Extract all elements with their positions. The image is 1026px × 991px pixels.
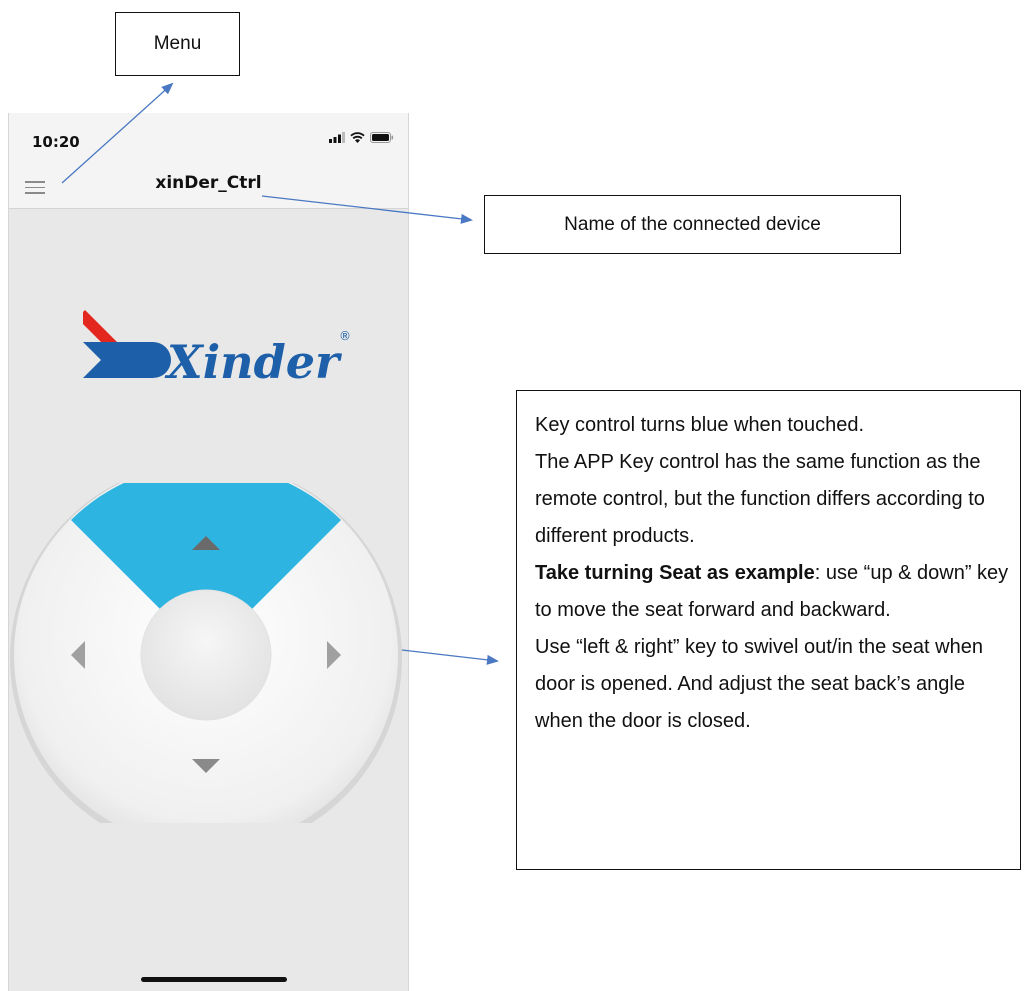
annotation-arrows bbox=[61, 82, 499, 665]
device-name-arrow bbox=[261, 195, 473, 224]
menu-arrow bbox=[61, 82, 174, 184]
key-control-arrow bbox=[401, 649, 499, 665]
